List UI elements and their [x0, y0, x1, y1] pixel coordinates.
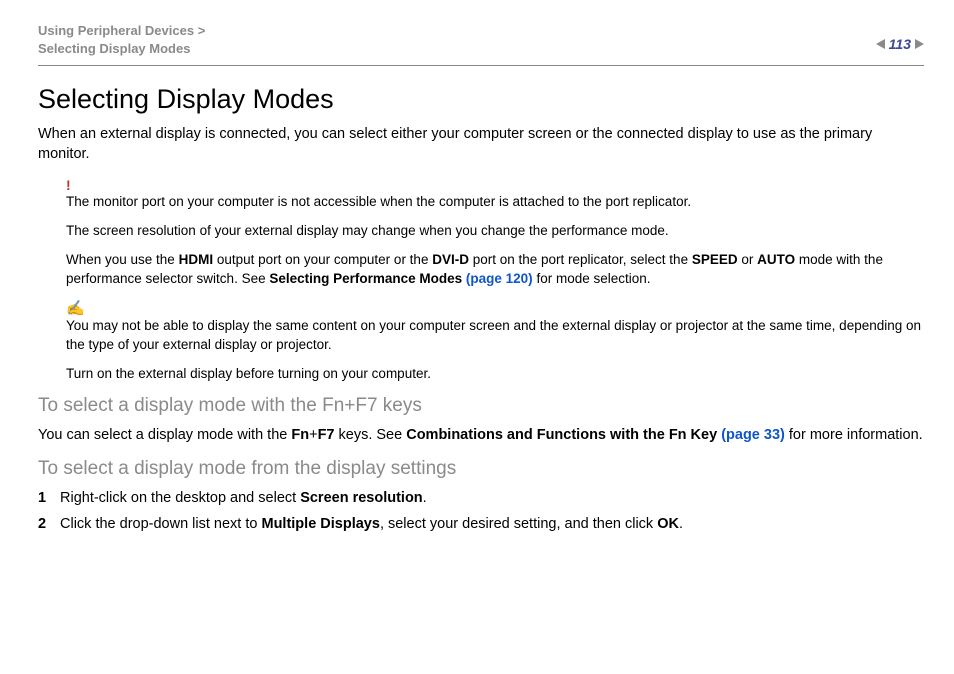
info-p2: Turn on the external display before turn… — [66, 365, 924, 384]
fn-combos-link[interactable]: (page 33) — [721, 427, 785, 443]
fn-combos-link-label: Combinations and Functions with the Fn K… — [406, 427, 721, 443]
ok-label: OK — [657, 516, 679, 532]
page-number: 113 — [889, 36, 911, 52]
t: , select your desired setting, and then … — [380, 516, 657, 532]
warning-p2: The screen resolution of your external d… — [66, 222, 924, 241]
breadcrumb: Using Peripheral Devices > Selecting Dis… — [38, 22, 205, 57]
steps-list: 1 Right-click on the desktop and select … — [38, 488, 924, 536]
breadcrumb-bottom: Selecting Display Modes — [38, 41, 190, 56]
t: for more information. — [785, 427, 923, 443]
t: output port on your computer or the — [213, 252, 432, 267]
page-navigator: 113 — [876, 22, 924, 52]
warning-p1: The monitor port on your computer is not… — [66, 193, 924, 212]
dvid-label: DVI-D — [432, 252, 469, 267]
auto-label: AUTO — [757, 252, 795, 267]
t: or — [738, 252, 758, 267]
step-2: 2 Click the drop-down list next to Multi… — [38, 514, 924, 536]
t: . — [679, 516, 683, 532]
t: port on the port replicator, select the — [469, 252, 692, 267]
t: keys. See — [334, 427, 406, 443]
prev-page-icon[interactable] — [876, 39, 885, 49]
t: When you use the — [66, 252, 179, 267]
t: + — [309, 427, 317, 443]
hdmi-label: HDMI — [179, 252, 214, 267]
fn-key-label: Fn — [291, 427, 309, 443]
section-settings-heading: To select a display mode from the displa… — [38, 458, 924, 480]
warning-note: ! The monitor port on your computer is n… — [66, 178, 924, 289]
t: Click the drop-down list next to — [60, 516, 261, 532]
perf-modes-link-label: Selecting Performance Modes — [269, 271, 466, 286]
next-page-icon[interactable] — [915, 39, 924, 49]
page-header: Using Peripheral Devices > Selecting Dis… — [0, 0, 954, 65]
warning-p3: When you use the HDMI output port on you… — [66, 251, 924, 289]
warning-icon: ! — [66, 178, 924, 192]
perf-modes-link[interactable]: (page 120) — [466, 271, 533, 286]
t: Right-click on the desktop and select — [60, 490, 300, 506]
info-note: ✍ You may not be able to display the sam… — [66, 301, 924, 384]
step-1: 1 Right-click on the desktop and select … — [38, 488, 924, 510]
t: You can select a display mode with the — [38, 427, 291, 443]
step-text: Click the drop-down list next to Multipl… — [60, 514, 683, 536]
breadcrumb-sep: > — [198, 23, 206, 38]
step-text: Right-click on the desktop and select Sc… — [60, 488, 427, 510]
t: for mode selection. — [533, 271, 651, 286]
step-number: 1 — [38, 488, 60, 510]
page-content: Selecting Display Modes When an external… — [0, 66, 954, 535]
page-title: Selecting Display Modes — [38, 84, 924, 115]
f7-key-label: F7 — [318, 427, 335, 443]
multiple-displays-label: Multiple Displays — [261, 516, 379, 532]
section-fn-text: You can select a display mode with the F… — [38, 425, 924, 445]
t: . — [423, 490, 427, 506]
speed-label: SPEED — [692, 252, 738, 267]
section-fn-heading: To select a display mode with the Fn+F7 … — [38, 395, 924, 417]
step-number: 2 — [38, 514, 60, 536]
info-p1: You may not be able to display the same … — [66, 317, 924, 355]
intro-text: When an external display is connected, y… — [38, 125, 924, 164]
breadcrumb-top: Using Peripheral Devices — [38, 23, 194, 38]
screen-resolution-label: Screen resolution — [300, 490, 422, 506]
note-icon: ✍ — [66, 301, 924, 316]
